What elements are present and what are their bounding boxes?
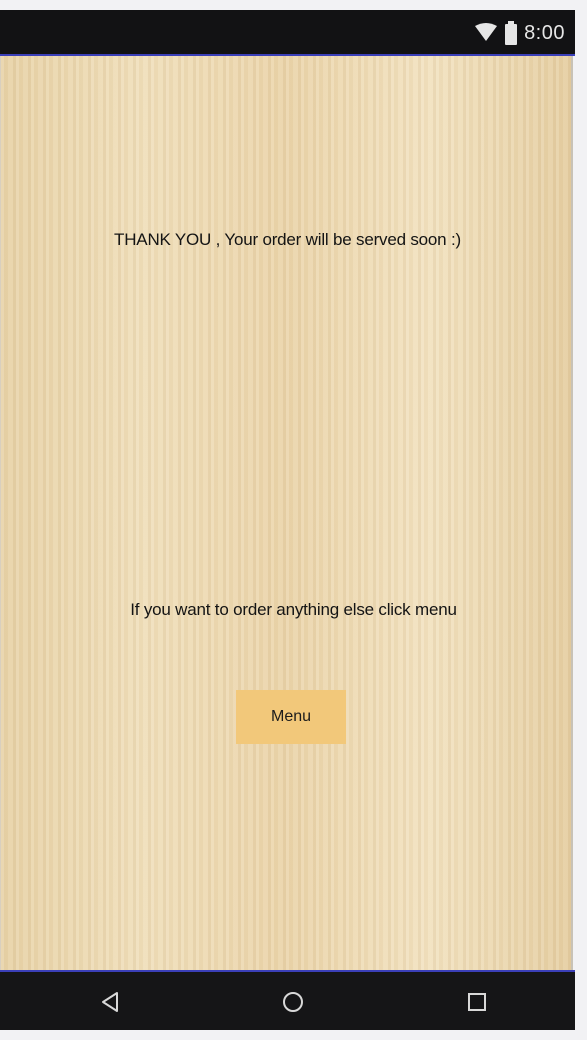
order-confirmation-screen: THANK YOU , Your order will be served so… [0,56,573,970]
menu-button[interactable]: Menu [236,690,346,744]
status-time: 8:00 [524,21,565,44]
battery-icon [504,21,518,45]
status-bar: 8:00 [0,10,575,56]
navigation-bar [0,970,575,1030]
thank-you-message: THANK YOU , Your order will be served so… [114,230,461,249]
back-icon[interactable] [94,986,126,1018]
home-icon[interactable] [277,986,309,1018]
app-screen: 8:00 THANK YOU , Your order will be serv… [0,0,587,1040]
recents-icon[interactable] [461,986,493,1018]
wifi-icon [474,23,498,43]
order-more-hint: If you want to order anything else click… [130,600,457,619]
status-icons: 8:00 [474,18,565,48]
